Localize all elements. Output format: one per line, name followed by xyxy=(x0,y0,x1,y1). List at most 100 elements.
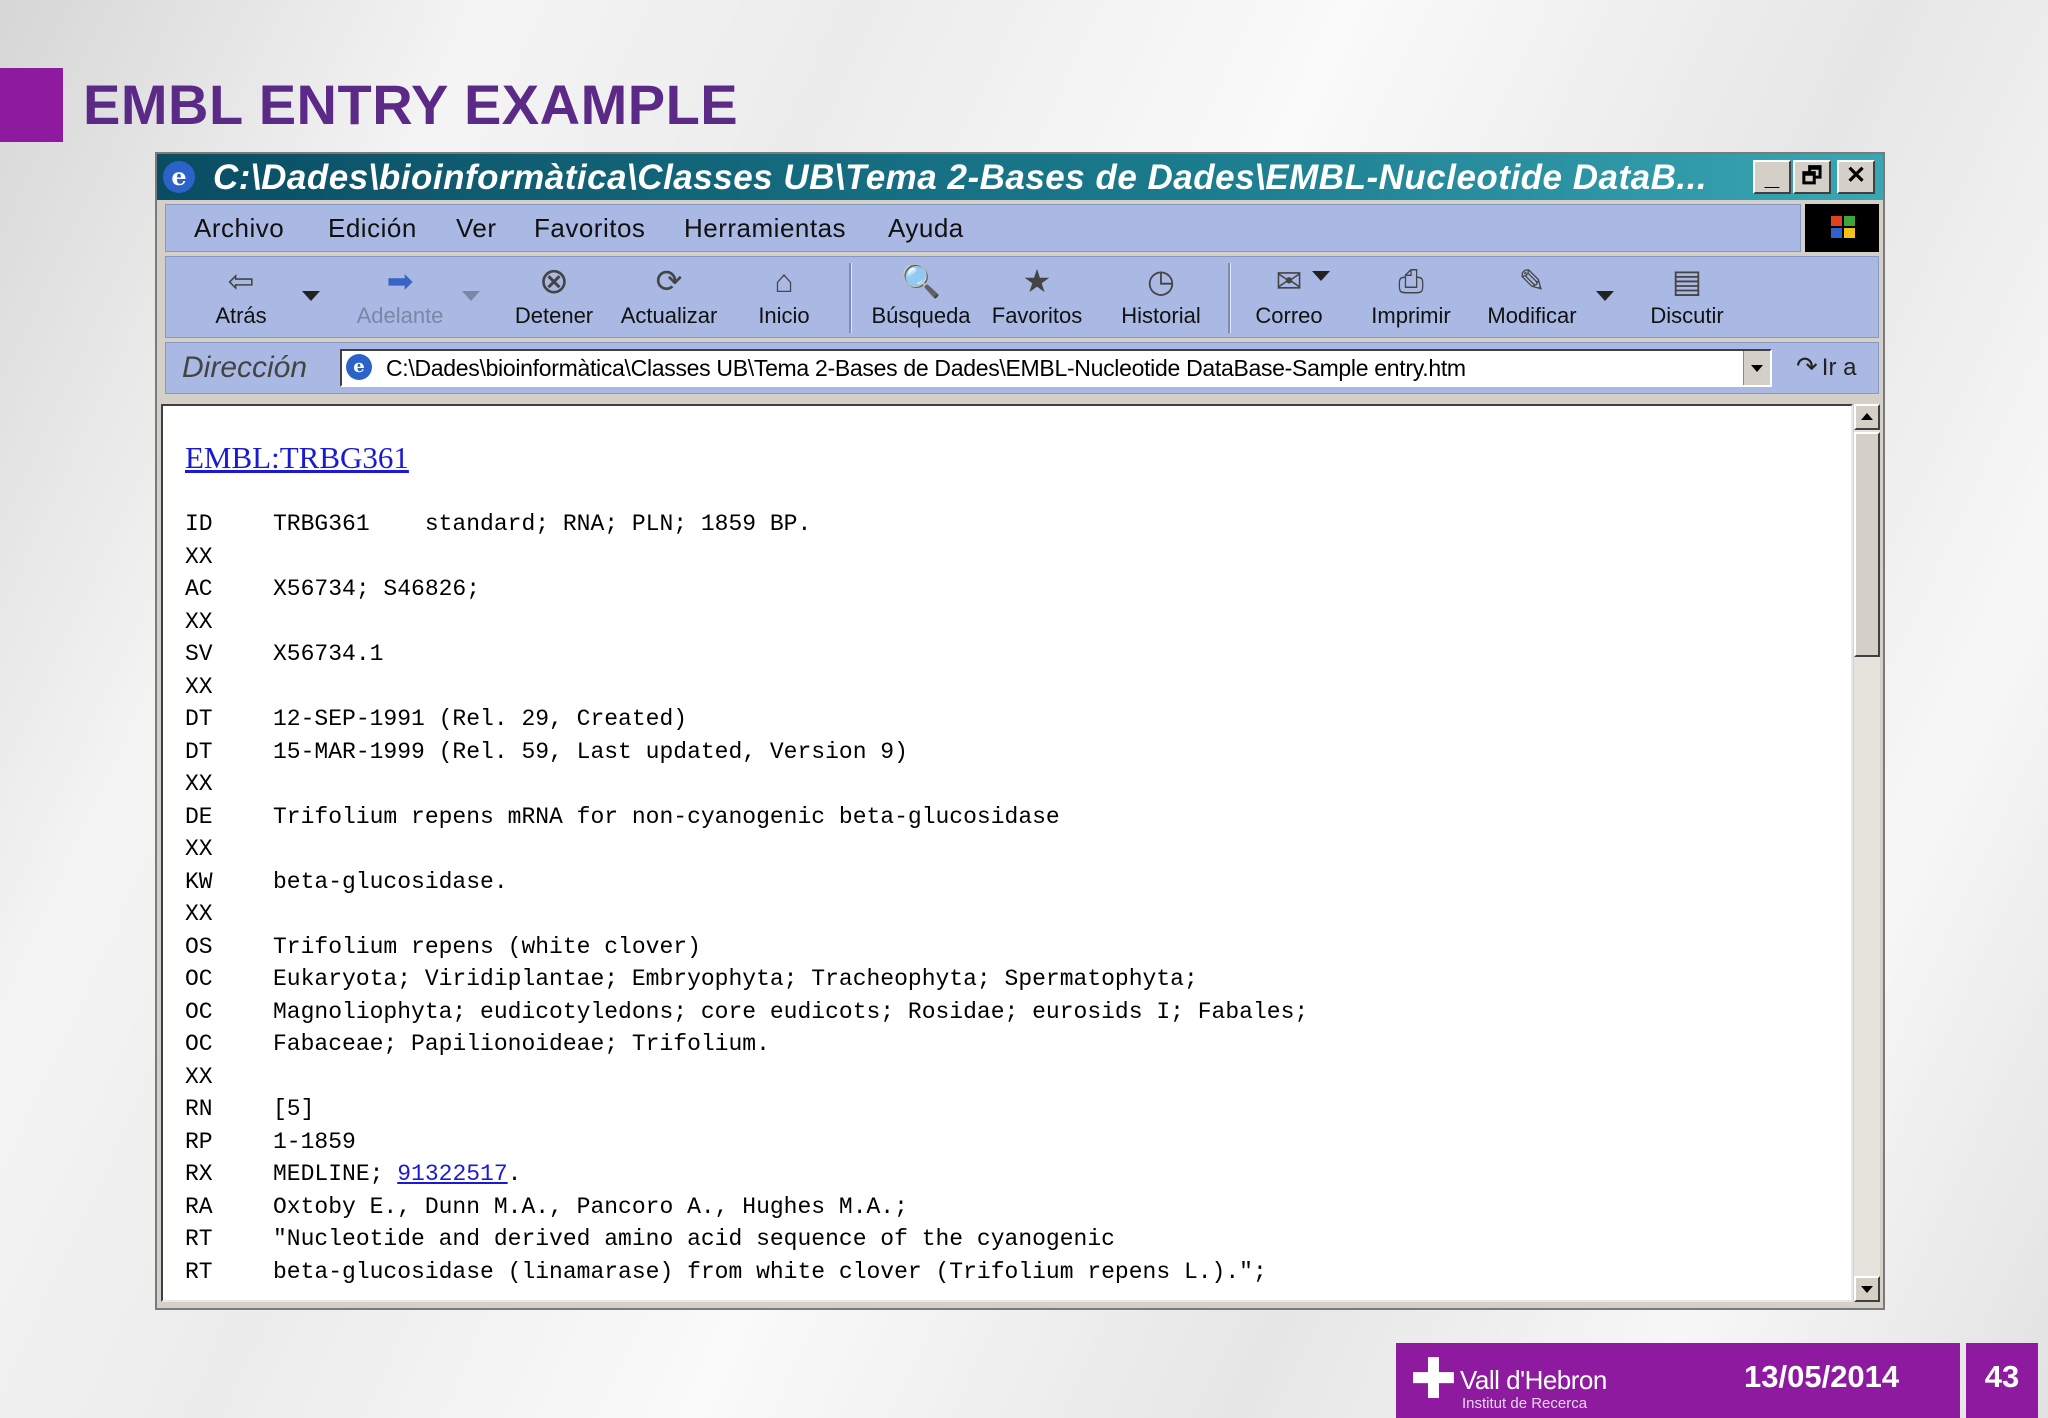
entry-line: AC X56734; S46826; xyxy=(185,573,1308,606)
line-code: RX xyxy=(185,1161,213,1187)
home-button[interactable]: ⌂ Inicio xyxy=(750,261,818,329)
menu-ayuda[interactable]: Ayuda xyxy=(888,213,964,244)
page-number-box: 43 xyxy=(1966,1343,2038,1418)
menu-favoritos[interactable]: Favoritos xyxy=(534,213,645,244)
discuss-icon: ▤ xyxy=(1671,263,1703,299)
entry-line: RA Oxtoby E., Dunn M.A., Pancoro A., Hugh… xyxy=(185,1191,1308,1224)
address-input[interactable]: e C:\Dades\bioinformàtica\Classes UB\Tem… xyxy=(340,349,1772,387)
slide-footer: ✚ Vall d'Hebron Institut de Recerca 13/0… xyxy=(1396,1343,2038,1418)
entry-line: XX xyxy=(185,833,1308,866)
line-code: ID xyxy=(185,511,213,537)
menu-edicion[interactable]: Edición xyxy=(328,213,417,244)
close-button[interactable]: ✕ xyxy=(1837,160,1875,194)
entry-line: OS Trifolium repens (white clover) xyxy=(185,931,1308,964)
history-label: Historial xyxy=(1121,303,1201,328)
entry-line: RX MEDLINE; 91322517. xyxy=(185,1158,1308,1191)
slide-date: 13/05/2014 xyxy=(1744,1359,1900,1394)
scroll-down-button[interactable] xyxy=(1854,1276,1880,1302)
edit-button[interactable]: ✎ Modificar xyxy=(1482,261,1582,329)
window-titlebar[interactable]: e C:\Dades\bioinformàtica\Classes UB\Tem… xyxy=(157,154,1883,200)
menu-herramientas[interactable]: Herramientas xyxy=(684,213,846,244)
forward-button[interactable]: ➡ Adelante xyxy=(342,261,458,329)
line-text: TRBG361 standard; RNA; PLN; 1859 BP. xyxy=(273,511,812,537)
mail-dropdown-icon[interactable] xyxy=(1312,271,1330,281)
go-arrow-icon: ↷ xyxy=(1796,351,1818,381)
back-label: Atrás xyxy=(215,303,267,328)
line-text: 12-SEP-1991 (Rel. 29, Created) xyxy=(273,706,688,732)
restore-button[interactable]: 🗗 xyxy=(1793,160,1831,194)
scroll-up-button[interactable] xyxy=(1854,404,1880,430)
entry-line: SV X56734.1 xyxy=(185,638,1308,671)
stop-button[interactable]: ⊗ Detener xyxy=(506,261,602,329)
medline-link[interactable]: 91322517 xyxy=(397,1161,507,1187)
discuss-label: Discutir xyxy=(1650,303,1724,328)
line-code: RT xyxy=(185,1226,213,1252)
line-text: beta-glucosidase. xyxy=(273,868,508,895)
entry-line: KW beta-glucosidase. xyxy=(185,866,1308,899)
favorites-button[interactable]: ★ Favoritos xyxy=(988,261,1086,329)
entry-link[interactable]: EMBL:TRBG361 xyxy=(185,440,409,476)
entry-line: XX xyxy=(185,541,1308,574)
refresh-button[interactable]: ⟳ Actualizar xyxy=(614,261,724,329)
entry-line: RT beta-glucosidase (linamarase) from whi… xyxy=(185,1256,1308,1289)
line-text: Oxtoby E., Dunn M.A., Pancoro A., Hughes… xyxy=(273,1193,908,1220)
line-text: 15-MAR-1999 (Rel. 59, Last updated, Vers… xyxy=(273,738,908,765)
line-code: XX xyxy=(185,673,213,700)
line-code: OC xyxy=(185,998,213,1025)
edit-pencil-icon: ✎ xyxy=(1518,263,1546,299)
line-text: Trifolium repens mRNA for non-cyanogenic… xyxy=(273,803,1060,830)
history-button[interactable]: ◷ Historial xyxy=(1116,261,1206,329)
entry-line: XX xyxy=(185,1061,1308,1094)
entry-text: ID TRBG361 standard; RNA; PLN; 1859 BP. XX… xyxy=(185,508,1308,1288)
toolbar-separator xyxy=(849,263,852,333)
entry-line: RT "Nucleotide and derived amino acid seq… xyxy=(185,1223,1308,1256)
line-code: XX xyxy=(185,1063,213,1090)
address-bar: Dirección e C:\Dades\bioinformàtica\Clas… xyxy=(165,342,1879,394)
back-button[interactable]: ⇦ Atrás xyxy=(202,261,280,329)
line-code: RP xyxy=(185,1128,213,1155)
org-subtitle: Institut de Recerca xyxy=(1462,1395,1588,1412)
address-value: C:\Dades\bioinformàtica\Classes UB\Tema … xyxy=(386,355,1466,381)
edit-dropdown-icon[interactable] xyxy=(1596,291,1614,301)
print-button[interactable]: ⎙ Imprimir xyxy=(1366,261,1456,329)
scroll-thumb[interactable] xyxy=(1854,432,1880,657)
page-content: EMBL:TRBG361 ID TRBG361 standard; RNA; PL… xyxy=(161,404,1853,1302)
forward-dropdown-icon[interactable] xyxy=(462,291,480,301)
search-button[interactable]: 🔍 Búsqueda xyxy=(866,261,976,329)
menu-ver[interactable]: Ver xyxy=(456,213,497,244)
discuss-button[interactable]: ▤ Discutir xyxy=(1644,261,1730,329)
address-label: Dirección xyxy=(182,351,308,384)
minimize-button[interactable]: _ xyxy=(1753,160,1791,194)
go-button[interactable]: ↷ Ir a xyxy=(1796,351,1856,382)
line-code: RT xyxy=(185,1258,213,1285)
line-code: AC xyxy=(185,576,213,602)
line-code: OC xyxy=(185,966,213,992)
favorites-folder-icon: ★ xyxy=(1022,263,1052,299)
line-code: DE xyxy=(185,803,213,830)
line-text: 1-1859 xyxy=(273,1128,356,1155)
page-icon: e xyxy=(346,354,372,380)
line-text: [5] xyxy=(273,1096,315,1122)
vertical-scrollbar[interactable] xyxy=(1854,404,1880,1302)
line-code: RN xyxy=(185,1096,213,1122)
org-name: Vall d'Hebron xyxy=(1460,1365,1607,1395)
line-code: OS xyxy=(185,933,213,960)
page-number: 43 xyxy=(1984,1359,2020,1394)
menu-archivo[interactable]: Archivo xyxy=(194,213,284,244)
stop-label: Detener xyxy=(514,303,594,328)
entry-line: RP 1-1859 xyxy=(185,1126,1308,1159)
browser-window: e C:\Dades\bioinformàtica\Classes UB\Tem… xyxy=(155,152,1885,1310)
toolbar-separator xyxy=(1228,263,1231,333)
entry-line: ID TRBG361 standard; RNA; PLN; 1859 BP. xyxy=(185,508,1308,541)
line-code: SV xyxy=(185,641,213,667)
address-dropdown-icon[interactable] xyxy=(1743,351,1770,385)
back-dropdown-icon[interactable] xyxy=(302,291,320,301)
edit-label: Modificar xyxy=(1487,303,1577,328)
line-text: MEDLINE; xyxy=(273,1161,398,1187)
printer-icon: ⎙ xyxy=(1398,263,1424,299)
line-text: beta-glucosidase (linamarase) from white… xyxy=(273,1258,1267,1285)
entry-line: DT 15-MAR-1999 (Rel. 59, Last updated, Ve… xyxy=(185,736,1308,769)
line-code: XX xyxy=(185,543,213,570)
footer-logo-bar: ✚ Vall d'Hebron Institut de Recerca 13/0… xyxy=(1396,1343,1960,1418)
go-label: Ir a xyxy=(1821,354,1857,381)
